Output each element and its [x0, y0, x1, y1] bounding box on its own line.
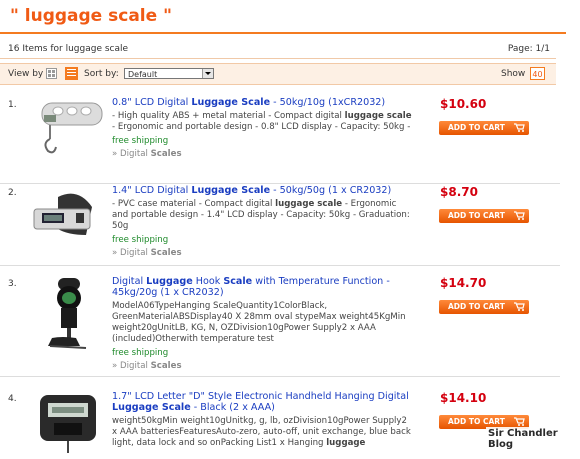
- product-info: 1.7" LCD Letter "D" Style Electronic Han…: [112, 391, 412, 449]
- cart-icon: [514, 211, 525, 220]
- item-number: 4.: [8, 394, 17, 404]
- add-to-cart-button[interactable]: ADD TO CART: [439, 209, 529, 223]
- add-to-cart-button[interactable]: ADD TO CART: [439, 300, 529, 314]
- product-row: 3. Digital Luggage Hook Scale with Tempe…: [0, 276, 560, 377]
- product-price: $8.70: [440, 185, 478, 199]
- free-shipping-label: free shipping: [112, 348, 169, 358]
- product-info: 0.8" LCD Digital Luggage Scale - 50kg/10…: [112, 97, 412, 159]
- product-description: weight50kgMin weight10gUnitkg, g, lb, oz…: [112, 416, 411, 448]
- product-title-link[interactable]: 0.8" LCD Digital Luggage Scale - 50kg/10…: [112, 97, 412, 108]
- product-row: 1. 0.8" LCD Digital Luggage Scale - 50kg…: [0, 97, 560, 184]
- category-link[interactable]: » Digital Scales: [112, 248, 412, 258]
- luggage-scale-thumbnail[interactable]: [28, 97, 108, 165]
- cart-icon: [514, 417, 525, 426]
- product-title-link[interactable]: 1.4" LCD Digital Luggage Scale - 50kg/50…: [112, 185, 412, 196]
- product-title-link[interactable]: 1.7" LCD Letter "D" Style Electronic Han…: [112, 391, 412, 413]
- product-description: ModelA06TypeHanging ScaleQuantity1ColorB…: [112, 301, 406, 344]
- search-title: " luggage scale ": [10, 6, 172, 26]
- sort-select[interactable]: Default: [124, 68, 214, 79]
- item-number: 2.: [8, 188, 17, 198]
- chevron-down-icon[interactable]: [202, 69, 213, 78]
- blog-watermark: Sir Chandler Blog: [486, 427, 580, 451]
- product-description: - PVC case material - Compact digital lu…: [112, 199, 410, 231]
- product-row: 2. 1.4" LCD Digital Luggage Scale - 50kg…: [0, 185, 560, 266]
- add-to-cart-button[interactable]: ADD TO CART: [439, 121, 529, 135]
- listing-toolbar: View by Sort by: Default Show 40: [0, 63, 556, 85]
- sort-by-label: Sort by:: [84, 69, 119, 79]
- free-shipping-label: free shipping: [112, 136, 169, 146]
- category-link[interactable]: » Digital Scales: [112, 361, 412, 371]
- cart-icon: [514, 302, 525, 311]
- results-bar: 16 Items for luggage scale Page: 1/1: [0, 40, 556, 59]
- sort-select-value: Default: [128, 70, 158, 79]
- list-view-icon[interactable]: [65, 67, 78, 80]
- grid-view-icon[interactable]: [46, 68, 57, 79]
- view-by-label: View by: [8, 69, 44, 79]
- product-price: $10.60: [440, 97, 487, 111]
- product-row: 4. 1.7" LCD Letter "D" Style Electronic …: [0, 391, 560, 456]
- free-shipping-label: free shipping: [112, 235, 169, 245]
- category-link[interactable]: » Digital Scales: [112, 149, 412, 159]
- show-label: Show: [501, 69, 526, 79]
- product-info: Digital Luggage Hook Scale with Temperat…: [112, 276, 412, 371]
- show-count-select[interactable]: 40: [530, 67, 545, 80]
- luggage-scale-thumbnail[interactable]: [28, 185, 108, 253]
- product-price: $14.10: [440, 391, 487, 405]
- product-title-link[interactable]: Digital Luggage Hook Scale with Temperat…: [112, 276, 412, 298]
- luggage-scale-thumbnail[interactable]: [28, 391, 108, 459]
- item-number: 3.: [8, 279, 17, 289]
- product-description: - High quality ABS + metal material - Co…: [112, 111, 412, 132]
- product-info: 1.4" LCD Digital Luggage Scale - 50kg/50…: [112, 185, 412, 258]
- luggage-scale-thumbnail[interactable]: [28, 276, 108, 356]
- search-header: " luggage scale ": [0, 0, 566, 34]
- product-price: $14.70: [440, 276, 487, 290]
- cart-icon: [514, 123, 525, 132]
- results-count: 16 Items for luggage scale: [8, 44, 129, 54]
- item-number: 1.: [8, 100, 17, 110]
- page-indicator: Page: 1/1: [507, 44, 550, 54]
